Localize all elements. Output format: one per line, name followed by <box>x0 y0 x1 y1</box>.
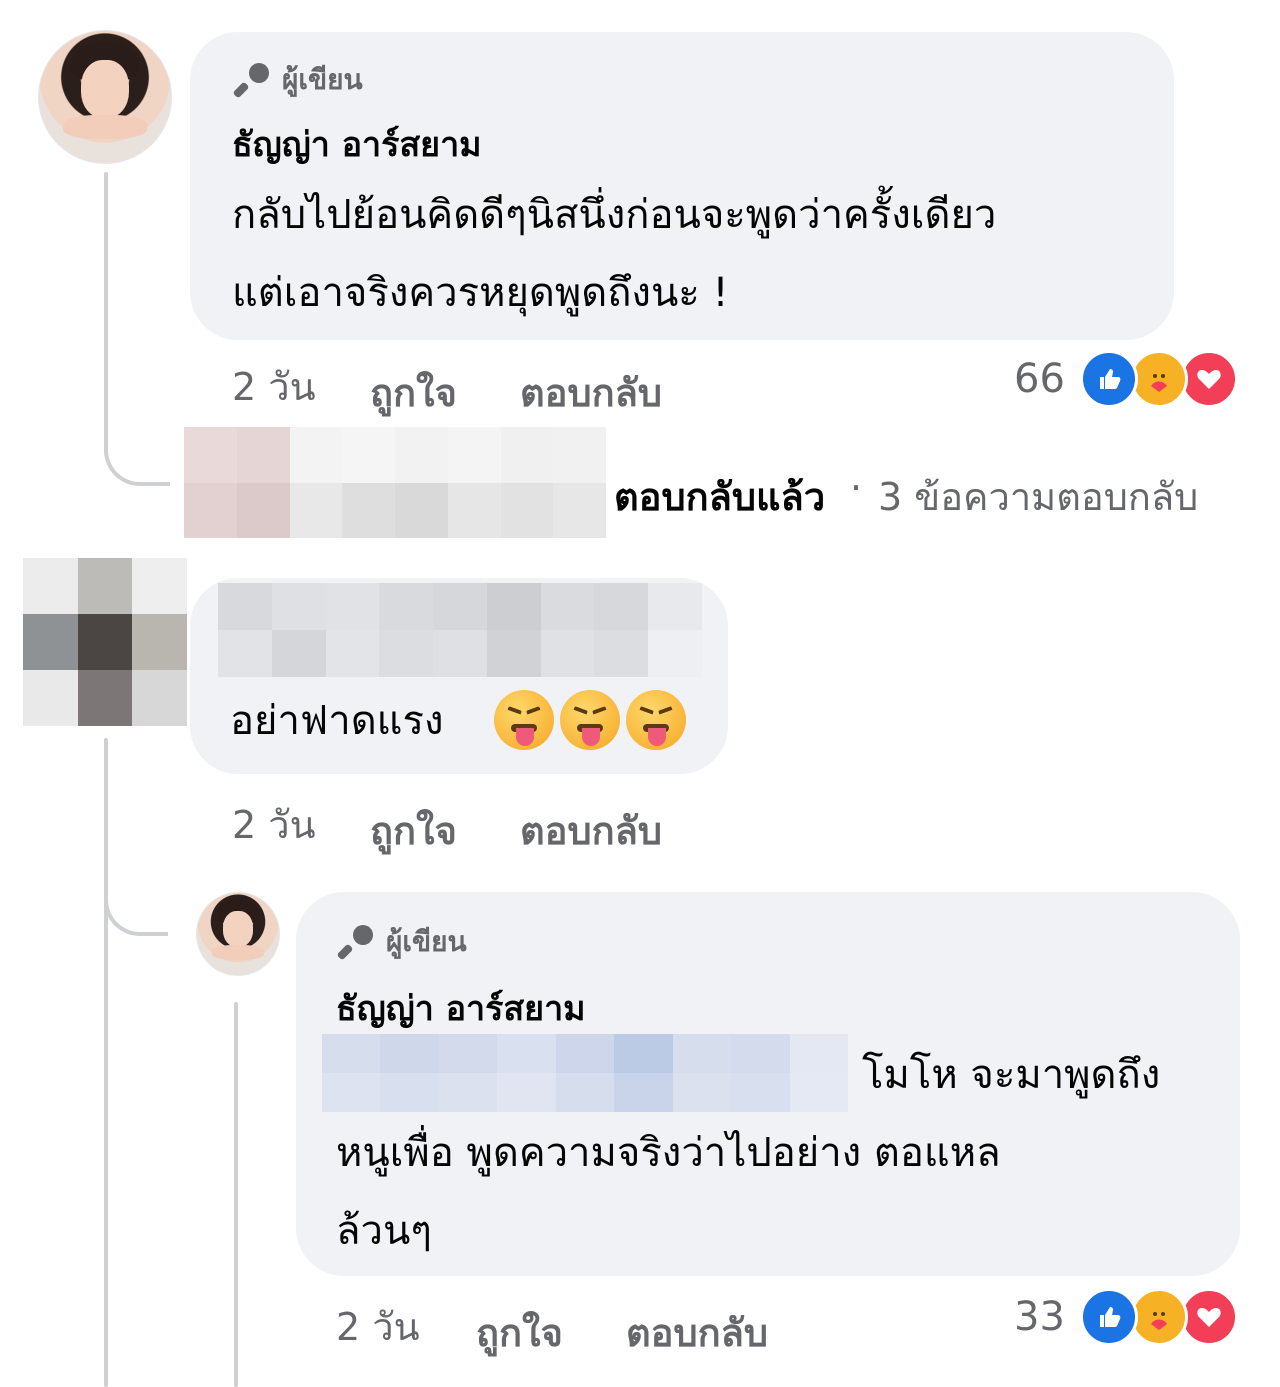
microphone-icon <box>233 63 269 98</box>
author-badge-label: ผู้เขียน <box>386 925 467 958</box>
author-badge: ผู้เขียน <box>336 920 467 964</box>
blurred-avatar[interactable] <box>23 558 187 726</box>
like-icon <box>1080 1288 1138 1346</box>
view-replies-link[interactable]: 3 ข้อความตอบกลับ <box>878 466 1198 527</box>
like-button[interactable]: ถูกใจ <box>476 1302 563 1363</box>
thread-line-1 <box>104 172 108 434</box>
reaction-count[interactable]: 33 <box>1014 1294 1065 1340</box>
separator-dot: · <box>850 466 863 510</box>
microphone-icon <box>337 925 373 960</box>
avatar[interactable] <box>38 30 172 164</box>
thread-line-3 <box>234 1002 238 1387</box>
reaction-count[interactable]: 66 <box>1014 356 1065 402</box>
blurred-author-name <box>218 583 702 677</box>
reply-button[interactable]: ตอบกลับ <box>520 362 662 423</box>
reply-button[interactable]: ตอบกลับ <box>626 1302 768 1363</box>
love-icon <box>1180 1288 1238 1346</box>
replied-label[interactable]: ตอบกลับแล้ว <box>614 466 825 527</box>
author-badge: ผู้เขียน <box>232 58 363 102</box>
comment-author-name[interactable]: ธัญญ่า อาร์สยาม <box>232 117 482 171</box>
care-icon <box>1130 350 1188 408</box>
avatar[interactable] <box>196 892 280 976</box>
blurred-mention <box>322 1034 848 1112</box>
comment-text-line: หนูเพื่อ พูดความจริงว่าไปอย่าง ตอแหล <box>336 1130 1001 1176</box>
thread-curve-1 <box>104 420 170 486</box>
blurred-avatar <box>184 427 606 538</box>
thread-curve-2 <box>104 866 168 936</box>
comment-text-line: แต่เอาจริงควรหยุดพูดถึงนะ ! <box>232 270 729 316</box>
thread-line-2 <box>104 738 108 1387</box>
author-badge-label: ผู้เขียน <box>282 63 363 96</box>
squinting-face-with-tongue-icon <box>626 690 686 750</box>
like-icon <box>1080 350 1138 408</box>
comment-text: อย่าฟาดแรง <box>230 698 444 744</box>
care-icon <box>1130 1288 1188 1346</box>
squinting-face-with-tongue-icon <box>560 690 620 750</box>
comment-text-line: กลับไปย้อนคิดดีๆนิสนึ่งก่อนจะพูดว่าครั้ง… <box>232 192 997 238</box>
like-button[interactable]: ถูกใจ <box>370 800 457 861</box>
comment-author-name[interactable]: ธัญญ่า อาร์สยาม <box>336 981 586 1035</box>
comment-time[interactable]: 2 วัน <box>232 794 316 855</box>
squinting-face-with-tongue-icon <box>494 690 554 750</box>
comment-text-line: โมโห จะมาพูดถึง <box>862 1052 1161 1098</box>
reply-button[interactable]: ตอบกลับ <box>520 800 662 861</box>
like-button[interactable]: ถูกใจ <box>370 362 457 423</box>
comment-text-line: ล้วนๆ <box>336 1208 432 1254</box>
comment-time[interactable]: 2 วัน <box>336 1296 420 1357</box>
reaction-icons[interactable] <box>1080 350 1240 408</box>
love-icon <box>1180 350 1238 408</box>
reaction-icons[interactable] <box>1080 1288 1240 1346</box>
comment-time[interactable]: 2 วัน <box>232 356 316 417</box>
